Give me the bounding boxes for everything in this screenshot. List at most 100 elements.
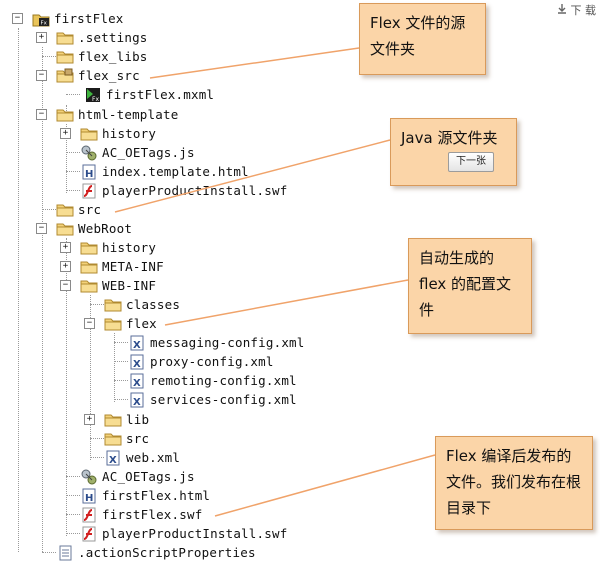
download-button[interactable]: 下 载 [556,2,597,18]
svg-text:X: X [109,455,117,466]
tree-node-index-template[interactable]: H index.template.html [60,162,249,181]
tree-node-services-config[interactable]: X services-config.xml [108,390,297,409]
tree-node-label: .settings [78,30,148,45]
collapse-toggle[interactable]: − [60,280,71,291]
tree-node-web-xml[interactable]: X web.xml [84,448,180,467]
tree-connector [114,342,128,343]
tree-connector [66,190,80,191]
tree-node-firstflex[interactable]: − Fx firstFlex [12,9,124,28]
tree-node-label: firstFlex [54,11,124,26]
folder-icon [104,412,122,428]
tree-node-flex-libs[interactable]: flex_libs [36,47,148,66]
tree-node-label: classes [126,297,181,312]
tree-node-ac-oetags[interactable]: AC_OETags.js [60,467,195,486]
tree-node-label: flex [126,316,157,331]
tree-guide-line [18,28,19,552]
tree-node-label: index.template.html [102,164,249,179]
tree-node-player-install[interactable]: playerProductInstall.swf [60,181,287,200]
tree-connector [66,533,80,534]
tree-node-label: WebRoot [78,221,133,236]
tree-node-remoting-config[interactable]: X remoting-config.xml [108,371,297,390]
tree-node-history[interactable]: + history [60,124,156,143]
callout-text: Java 源文件夹 [401,129,498,147]
swf-file-icon [80,526,98,542]
callout-flex-source: Flex 文件的源文件夹 [359,3,486,75]
expand-toggle[interactable]: + [60,242,71,253]
collapse-toggle[interactable]: − [36,70,47,81]
collapse-toggle[interactable]: − [84,318,95,329]
tree-node-webroot[interactable]: − WebRoot [36,219,132,238]
tree-node-settings[interactable]: + .settings [36,28,148,47]
tree-node-label: firstFlex.mxml [106,87,215,102]
callout-text: Flex 文件的源文件夹 [370,14,466,58]
folder-icon [56,107,74,123]
document-file-icon [56,545,74,561]
mxml-file-icon: Fx [84,87,102,103]
tree-node-classes[interactable]: classes [84,295,180,314]
xml-file-icon: X [128,354,146,370]
svg-text:Fx: Fx [92,96,99,103]
tree-connector [66,152,80,153]
callout-text: 自动生成的 flex 的配置文件 [419,249,512,319]
html-file-icon: H [80,164,98,180]
next-image-button[interactable]: 下一张 [448,152,494,172]
collapse-toggle[interactable]: − [36,223,47,234]
folder-icon [80,240,98,256]
callout-generated-config: 自动生成的 flex 的配置文件 [408,238,532,334]
folder-icon [104,316,122,332]
flex-project-icon: Fx [32,11,50,27]
folder-icon [56,221,74,237]
tree-node-src[interactable]: src [36,200,101,219]
tree-node-flex-src[interactable]: − flex_src [36,66,140,85]
tree-node-firstflex-swf[interactable]: firstFlex.swf [60,505,202,524]
tree-node-ac-oetags[interactable]: AC_OETags.js [60,143,195,162]
tree-connector [90,457,104,458]
expand-toggle[interactable]: + [84,414,95,425]
tree-node-label: flex_libs [78,49,148,64]
tree-node-actionscript-props[interactable]: .actionScriptProperties [36,543,256,562]
tree-node-html-template[interactable]: − html-template [36,105,178,124]
tree-node-label: services-config.xml [150,392,297,407]
tree-connector [66,495,80,496]
tree-connector [90,304,104,305]
tree-connector [42,552,56,553]
tree-node-label: web.xml [126,450,181,465]
tree-node-proxy-config[interactable]: X proxy-config.xml [108,352,274,371]
callout-compiled-output: Flex 编译后发布的文件。我们发布在根目录下 [435,436,593,530]
tree-node-firstflex-mxml[interactable]: Fx firstFlex.mxml [60,85,214,104]
expand-toggle[interactable]: + [60,261,71,272]
tree-node-label: src [126,431,150,446]
tree-connector [66,171,80,172]
svg-text:H: H [85,169,93,180]
expand-toggle[interactable]: + [60,128,71,139]
tree-node-web-inf[interactable]: − WEB-INF [60,276,156,295]
tree-node-meta-inf[interactable]: + META-INF [60,257,164,276]
collapse-toggle[interactable]: − [12,13,23,24]
source-folder-icon [56,68,74,84]
tree-connector [114,361,128,362]
tree-node-messaging-config[interactable]: X messaging-config.xml [108,333,305,352]
tree-node-label: WEB-INF [102,278,157,293]
xml-file-icon: X [128,392,146,408]
tree-node-history[interactable]: + history [60,238,156,257]
tree-connector [42,56,56,57]
svg-text:Fx: Fx [41,20,48,26]
tree-node-flex[interactable]: − flex [84,314,157,333]
tree-node-label: history [102,126,157,141]
tree-node-player-install[interactable]: playerProductInstall.swf [60,524,287,543]
expand-toggle[interactable]: + [36,32,47,43]
download-label: 下 载 [570,4,597,17]
tree-node-lib[interactable]: + lib [84,410,149,429]
tree-node-firstflex-html[interactable]: H firstFlex.html [60,486,210,505]
tree-node-label: firstFlex.swf [102,507,203,522]
download-icon [556,3,568,18]
xml-file-icon: X [128,373,146,389]
xml-file-icon: X [104,450,122,466]
tree-node-label: META-INF [102,259,164,274]
svg-text:X: X [133,359,141,370]
tree-node-src[interactable]: src [84,429,149,448]
tree-node-label: AC_OETags.js [102,469,195,484]
collapse-toggle[interactable]: − [36,109,47,120]
tree-node-label: .actionScriptProperties [78,545,256,560]
tree-node-label: flex_src [78,68,140,83]
